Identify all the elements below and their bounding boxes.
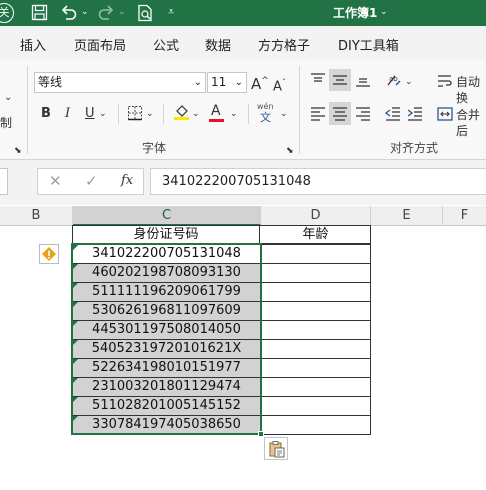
grow-font-label: A	[251, 75, 262, 93]
tab-data[interactable]: 数据	[205, 35, 231, 54]
table-row-age[interactable]	[260, 415, 371, 435]
font-group-label: 字体	[142, 141, 167, 155]
font-color-label: A	[211, 103, 221, 119]
align-middle-icon[interactable]	[332, 72, 348, 88]
table-row-age[interactable]	[260, 377, 371, 396]
chevron-down-icon: ⌄	[193, 77, 202, 88]
font-group-launcher-icon[interactable]: ⬊	[286, 143, 294, 159]
merge-center-icon[interactable]	[437, 106, 453, 122]
divider	[299, 66, 300, 154]
worksheet-grid[interactable]: B C D E F 身份证号码 年龄 341022200705131048 46…	[0, 206, 486, 490]
increase-indent-icon[interactable]	[407, 106, 423, 122]
borders-icon[interactable]	[127, 105, 143, 121]
divider	[248, 104, 249, 124]
underline-button[interactable]: U	[85, 106, 95, 122]
column-header-d[interactable]: D	[261, 206, 371, 226]
redo-icon	[98, 5, 114, 20]
chevron-down-icon: ⌄	[234, 77, 243, 88]
table-row-age[interactable]	[260, 358, 371, 377]
tab-fangfang-gezi[interactable]: 方方格子	[258, 35, 310, 54]
tab-formulas[interactable]: 公式	[153, 35, 179, 54]
left-group-launcher-icon[interactable]: ⬊	[14, 143, 22, 159]
shrink-font-label: A	[273, 79, 282, 95]
font-color-swatch	[209, 119, 224, 122]
orientation-dropdown-icon[interactable]: ⌄	[405, 74, 413, 90]
error-warning-icon[interactable]	[39, 244, 59, 264]
formula-value: 341022200705131048	[162, 174, 311, 189]
id-number-header[interactable]: 身份证号码	[73, 225, 260, 244]
column-header-e[interactable]: E	[371, 206, 443, 226]
wrap-text-icon[interactable]	[437, 73, 453, 89]
align-right-icon[interactable]	[355, 106, 371, 122]
undo-icon[interactable]	[60, 4, 78, 21]
font-size-select[interactable]: 11 ⌄	[207, 72, 247, 93]
table-row-age[interactable]	[260, 244, 371, 263]
alignment-group-label: 对齐方式	[390, 141, 439, 155]
underline-dropdown-icon[interactable]: ⌄	[99, 106, 107, 122]
column-header-c[interactable]: C	[73, 206, 261, 226]
quick-access-customize-icon[interactable]: ⩡	[168, 5, 174, 19]
divider	[27, 66, 28, 154]
table-row-age[interactable]	[260, 301, 371, 320]
cancel-icon: ✕	[49, 172, 62, 190]
font-name-select[interactable]: 等线 ⌄	[34, 72, 206, 93]
merge-center-label[interactable]: 合并后	[456, 107, 486, 139]
age-header[interactable]: 年龄	[260, 225, 371, 244]
decrease-indent-icon[interactable]	[385, 106, 401, 122]
column-header-b[interactable]: B	[0, 206, 73, 226]
align-left-icon[interactable]	[310, 106, 326, 122]
selection-outline	[71, 243, 262, 435]
grow-font-button[interactable]: A^	[251, 73, 269, 92]
table-row-age[interactable]	[260, 263, 371, 282]
undo-dropdown-icon[interactable]: ⌄	[81, 7, 89, 17]
insert-function-icon[interactable]: fx	[121, 173, 133, 188]
close-partial-icon[interactable]: 关	[0, 3, 14, 23]
print-preview-icon[interactable]	[137, 4, 154, 22]
redo-dropdown-icon: ⌄	[118, 7, 126, 17]
font-name-value: 等线	[38, 75, 63, 89]
table-row-age[interactable]	[260, 339, 371, 358]
left-group-partial-label[interactable]: 制	[0, 115, 12, 131]
phonetic-dropdown-icon[interactable]: ⌄	[280, 106, 288, 122]
bold-button[interactable]: B	[41, 106, 51, 122]
save-icon[interactable]	[31, 4, 48, 21]
borders-dropdown-icon[interactable]: ⌄	[146, 106, 154, 122]
fill-color-icon[interactable]	[173, 103, 190, 121]
fill-color-dropdown-icon[interactable]: ⌄	[192, 106, 200, 122]
name-box[interactable]	[0, 168, 8, 195]
left-group-dropdown-icon[interactable]: ⌄	[4, 90, 12, 106]
table-row-age[interactable]	[260, 320, 371, 339]
align-top-icon[interactable]	[310, 72, 326, 88]
enter-icon: ✓	[85, 172, 98, 190]
italic-button[interactable]: I	[65, 106, 70, 122]
align-bottom-icon[interactable]	[355, 72, 371, 88]
clipboard-icon	[269, 441, 285, 458]
align-center-icon[interactable]	[332, 106, 348, 122]
formula-bar: ✕ ✓ fx 341022200705131048	[0, 160, 486, 205]
divider	[118, 104, 119, 124]
font-color-dropdown-icon[interactable]: ⌄	[230, 106, 238, 122]
formula-buttons-panel: ✕ ✓ fx	[37, 168, 144, 195]
ribbon: ⌄ 制 ⬊ 等线 ⌄ 11 ⌄ A^ Aˇ B I U ⌄ ⌄ ⌄ A ⌄ wé…	[0, 60, 486, 160]
title-dropdown-icon[interactable]: ⌄	[380, 7, 388, 17]
formula-input[interactable]: 341022200705131048	[150, 168, 486, 195]
ribbon-tabs: 插入 页面布局 公式 数据 方方格子 DIY工具箱	[0, 26, 486, 60]
svg-text:ab: ab	[389, 75, 398, 83]
paste-options-button[interactable]	[264, 437, 288, 460]
font-size-value: 11	[211, 75, 227, 89]
tab-diy-toolbox[interactable]: DIY工具箱	[338, 35, 399, 54]
tab-page-layout[interactable]: 页面布局	[74, 35, 126, 54]
phonetic-guide-icon[interactable]: 文	[260, 110, 271, 126]
wrap-text-label[interactable]: 自动换	[456, 74, 486, 106]
orientation-icon[interactable]: ab	[385, 71, 403, 89]
workbook-title: 工作簿1	[333, 6, 378, 20]
font-color-button[interactable]: A	[211, 103, 221, 119]
shrink-font-button[interactable]: Aˇ	[273, 75, 286, 95]
title-bar: 关 ⌄ ⌄ ⩡ 工作簿1 ⌄	[0, 0, 486, 26]
table-row-age[interactable]	[260, 282, 371, 301]
table-row-age[interactable]	[260, 396, 371, 415]
column-header-f[interactable]: F	[443, 206, 486, 226]
divider	[163, 104, 164, 124]
tab-insert[interactable]: 插入	[20, 35, 46, 54]
